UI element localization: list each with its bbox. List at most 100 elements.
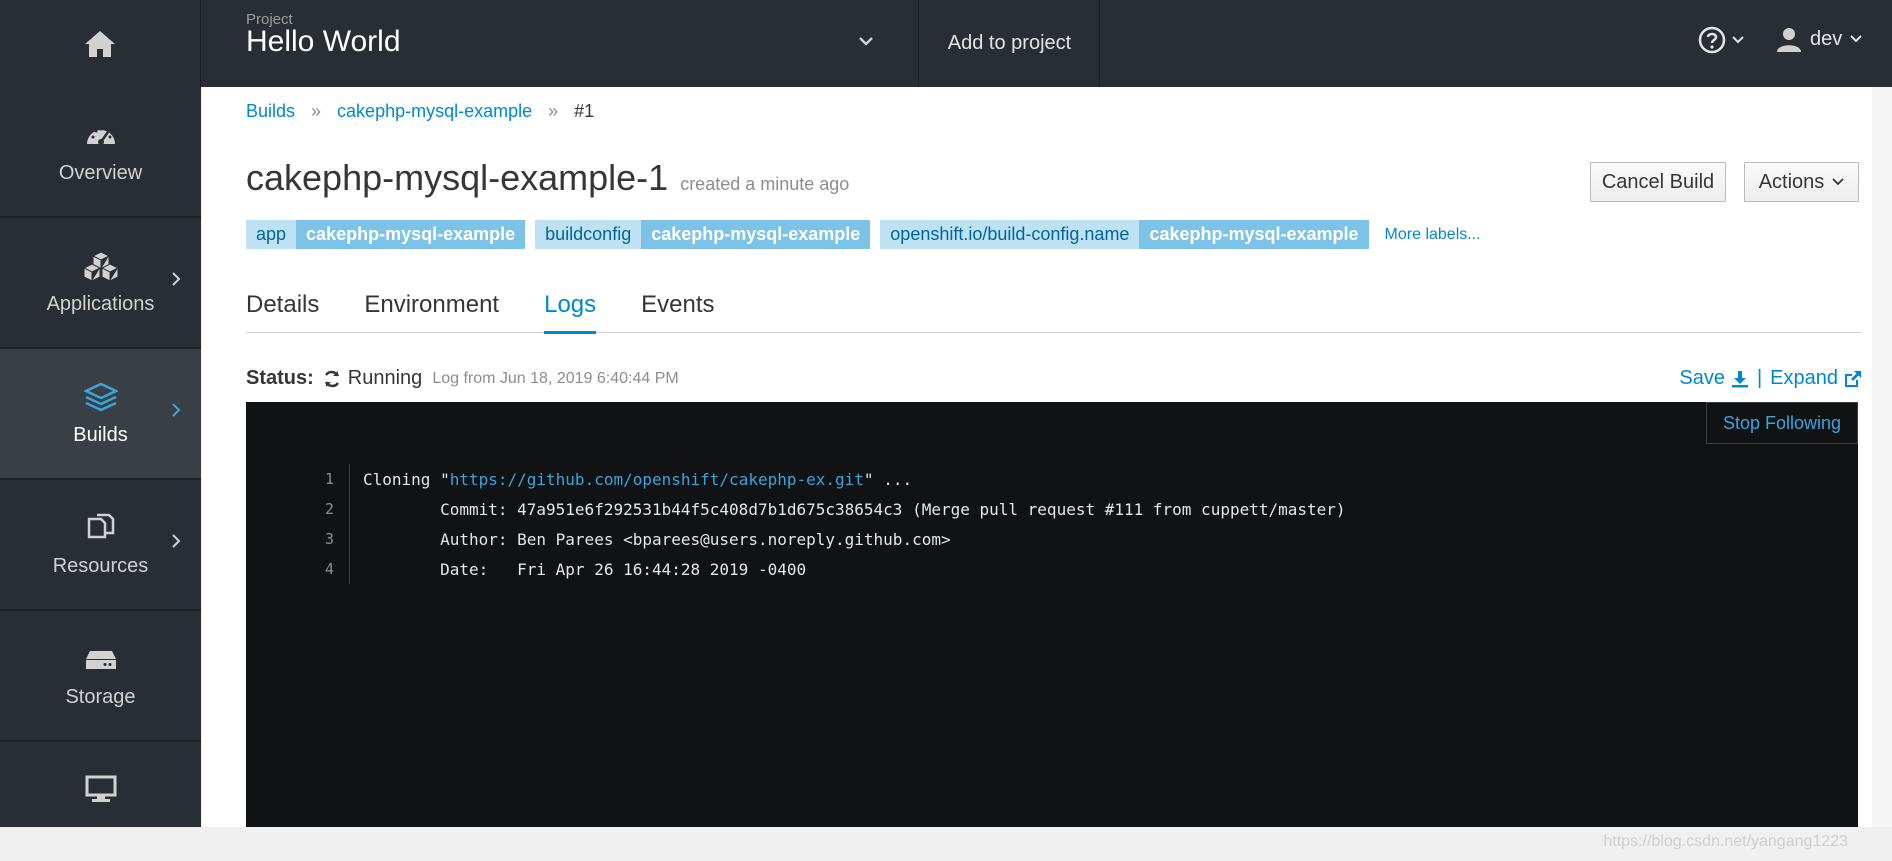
sidebar-item-label: Applications (46, 293, 155, 315)
log-actions: Save | Expand (1679, 367, 1862, 390)
stop-following-button[interactable]: Stop Following (1706, 402, 1858, 444)
label-tag[interactable]: openshift.io/build-config.name cakephp-m… (880, 220, 1369, 249)
title-row: cakephp-mysql-example-1 created a minute… (246, 157, 849, 199)
tab-events[interactable]: Events (641, 283, 714, 333)
refresh-icon (324, 370, 339, 387)
line-text: Author: Ben Parees <bparees@users.norepl… (363, 529, 951, 549)
hdd-icon (85, 651, 116, 669)
actions-dropdown[interactable]: Actions (1744, 162, 1859, 202)
monitor-icon (85, 775, 116, 802)
chevron-right-icon (171, 532, 181, 555)
chevron-down-icon (1850, 35, 1862, 43)
actions-label: Actions (1758, 170, 1825, 193)
project-selector[interactable]: Project Hello World (202, 0, 919, 87)
help-menu[interactable] (1698, 26, 1744, 54)
line-number: 3 (306, 524, 350, 554)
save-log-button[interactable]: Save (1679, 367, 1749, 390)
sidebar-item-applications[interactable]: Applications (0, 218, 201, 349)
line-number: 2 (306, 494, 350, 524)
log-from-timestamp: Log from Jun 18, 2019 6:40:44 PM (432, 369, 679, 387)
tab-logs[interactable]: Logs (544, 283, 597, 334)
log-line: 3 Author: Ben Parees <bparees@users.nore… (306, 524, 1346, 554)
sidebar-item-overview[interactable]: Overview (0, 87, 201, 218)
log-line: 4 Date: Fri Apr 26 16:44:28 2019 -0400 (306, 554, 1346, 584)
line-number: 1 (306, 464, 350, 494)
status-label: Status: (246, 367, 314, 389)
chevron-down-icon[interactable] (858, 34, 874, 52)
scrollbar-track[interactable] (1872, 87, 1892, 827)
sidebar-item-resources[interactable]: Resources (0, 480, 201, 611)
user-icon (1777, 28, 1801, 52)
chevron-right-icon (171, 270, 181, 293)
stop-following-label: Stop Following (1722, 412, 1842, 433)
chevron-down-icon (1732, 36, 1744, 44)
label-key: app (246, 220, 297, 249)
log-viewer[interactable]: Stop Following 1 Cloning "https://github… (246, 402, 1858, 827)
tab-bar: Details Environment Logs Events (246, 283, 1862, 334)
sidebar-item-builds[interactable]: Builds (0, 349, 201, 480)
watermark-text: https://blog.csdn.net/yangang1223 (1603, 833, 1848, 850)
log-line: 2 Commit: 47a951e6f292531b44f5c408d7b1d6… (306, 494, 1346, 524)
chevron-down-icon (1832, 178, 1844, 186)
breadcrumb-separator-icon: » (548, 101, 559, 121)
masthead: Project Hello World Add to project dev (0, 0, 1892, 87)
line-text: Date: Fri Apr 26 16:44:28 2019 -0400 (363, 559, 807, 579)
download-icon (1731, 370, 1748, 387)
project-name: Hello World (246, 25, 401, 58)
line-number: 4 (306, 554, 350, 584)
breadcrumb-builds-link[interactable]: Builds (246, 101, 295, 122)
copy-icon (87, 513, 114, 539)
help-icon (1698, 26, 1726, 54)
sidebar-item-label: Resources (52, 555, 149, 577)
sidebar: Overview Applications Builds Resources S… (0, 87, 201, 827)
tab-environment[interactable]: Environment (364, 283, 499, 333)
log-url-link[interactable]: https://github.com/openshift/cakephp-ex.… (450, 470, 864, 489)
main-content: Builds » cakephp-mysql-example » #1 cake… (202, 87, 1872, 827)
home-icon (85, 30, 115, 57)
page-title: cakephp-mysql-example-1 (246, 157, 669, 198)
sidebar-item-label: Overview (58, 162, 143, 184)
label-tag[interactable]: buildconfig cakephp-mysql-example (535, 220, 871, 249)
add-to-project-label: Add to project (947, 32, 1072, 54)
sidebar-item-label: Storage (65, 686, 136, 708)
username: dev (1810, 27, 1843, 50)
cancel-build-button[interactable]: Cancel Build (1590, 162, 1726, 202)
breadcrumb-current: #1 (574, 101, 595, 121)
footer: https://blog.csdn.net/yangang1223 (0, 827, 1892, 861)
label-value: cakephp-mysql-example (641, 220, 871, 249)
save-label: Save (1679, 367, 1725, 389)
line-text: Cloning "https://github.com/openshift/ca… (363, 469, 913, 489)
add-to-project-button[interactable]: Add to project (920, 0, 1100, 87)
cubes-icon (82, 251, 119, 282)
external-link-icon (1845, 370, 1861, 387)
label-value: cakephp-mysql-example (1139, 220, 1369, 249)
label-key: openshift.io/build-config.name (880, 220, 1140, 249)
status-value: Running (347, 367, 423, 389)
label-tag[interactable]: app cakephp-mysql-example (246, 220, 526, 249)
labels-list: app cakephp-mysql-example buildconfig ca… (246, 220, 1481, 249)
log-lines: 1 Cloning "https://github.com/openshift/… (306, 464, 1346, 584)
breadcrumb-config-link[interactable]: cakephp-mysql-example (337, 101, 532, 122)
line-text: Commit: 47a951e6f292531b44f5c408d7b1d675… (363, 499, 1346, 519)
breadcrumb: Builds » cakephp-mysql-example » #1 (246, 101, 594, 122)
sidebar-item-storage[interactable]: Storage (0, 611, 201, 742)
more-labels-link[interactable]: More labels... (1385, 226, 1481, 244)
home-button[interactable] (0, 0, 201, 87)
builds-icon (83, 382, 118, 412)
sidebar-item-label: Builds (73, 424, 128, 446)
status-badge: Running (322, 367, 423, 390)
expand-log-button[interactable]: Expand (1770, 367, 1862, 390)
user-menu[interactable]: dev (1776, 26, 1862, 52)
log-actions-separator: | (1756, 367, 1763, 389)
label-value: cakephp-mysql-example (296, 220, 526, 249)
chevron-right-icon (171, 401, 181, 424)
cancel-build-label: Cancel Build (1601, 170, 1715, 193)
dashboard-icon (86, 127, 115, 145)
log-line: 1 Cloning "https://github.com/openshift/… (306, 464, 1346, 494)
label-key: buildconfig (535, 220, 642, 249)
status-row: Status: Running Log from Jun 18, 2019 6:… (246, 367, 679, 390)
created-timestamp: created a minute ago (680, 174, 850, 194)
breadcrumb-separator-icon: » (311, 101, 322, 121)
expand-label: Expand (1770, 367, 1838, 389)
tab-details[interactable]: Details (246, 283, 319, 333)
